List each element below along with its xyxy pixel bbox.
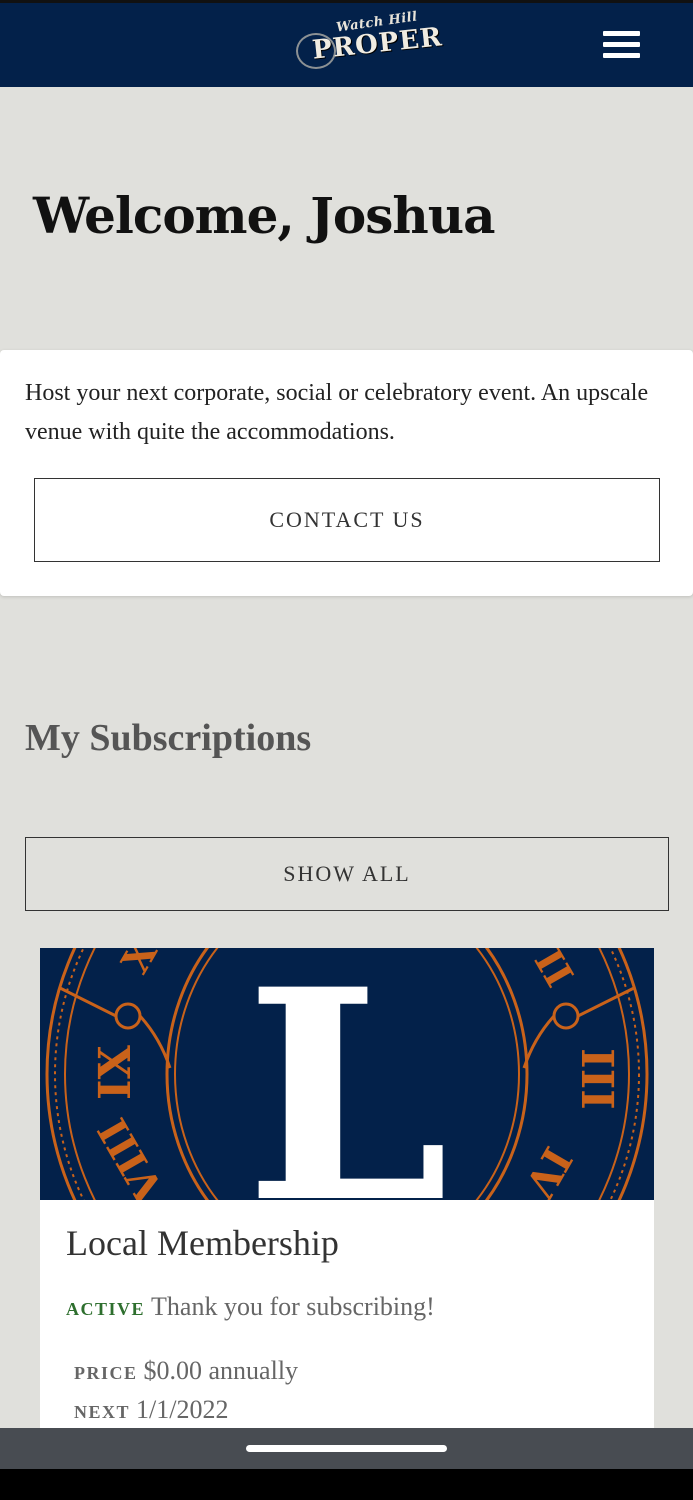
logo-big-text: PROPER: [310, 22, 445, 66]
status-text: Thank you for subscribing!: [151, 1292, 435, 1321]
membership-letter: L: [245, 948, 449, 1200]
top-header: Watch Hill PROPER: [0, 0, 693, 87]
welcome-heading: Welcome, Joshua: [33, 186, 495, 245]
subscription-card[interactable]: X IX VIII II III IV L Local Membership A…: [40, 948, 654, 1428]
next-value: 1/1/2022: [136, 1395, 229, 1424]
watch-hill-proper-logo[interactable]: Watch Hill PROPER: [292, 9, 444, 81]
system-navigation-bar: [0, 1428, 693, 1469]
event-promo-card: Host your next corporate, social or cele…: [0, 350, 693, 596]
status-badge: ACTIVE: [66, 1299, 146, 1319]
subscription-next-date: NEXT 1/1/2022: [74, 1395, 228, 1425]
menu-bar-top: [603, 31, 640, 36]
home-indicator[interactable]: [246, 1445, 447, 1452]
subscription-name: Local Membership: [66, 1223, 339, 1263]
subscription-price: PRICE $0.00 annually: [74, 1356, 298, 1386]
promo-text: Host your next corporate, social or cele…: [25, 380, 649, 445]
subscriptions-title: My Subscriptions: [25, 717, 312, 759]
menu-bar-bottom: [603, 53, 640, 58]
price-label: PRICE: [74, 1363, 138, 1383]
next-label: NEXT: [74, 1402, 131, 1422]
contact-us-button[interactable]: CONTACT US: [34, 478, 660, 562]
numeral-ix: IX: [90, 1044, 141, 1100]
price-value: $0.00 annually: [143, 1356, 299, 1385]
show-all-button[interactable]: SHOW ALL: [25, 837, 669, 911]
bottom-edge: [0, 1469, 693, 1500]
numeral-iii: III: [571, 1048, 622, 1110]
subscription-status: ACTIVE Thank you for subscribing!: [66, 1292, 435, 1322]
clock-face-graphic: X IX VIII II III IV L: [40, 948, 654, 1200]
hamburger-menu-icon[interactable]: [603, 31, 641, 61]
menu-bar-middle: [603, 42, 640, 47]
membership-clock-image: X IX VIII II III IV L: [40, 948, 654, 1200]
